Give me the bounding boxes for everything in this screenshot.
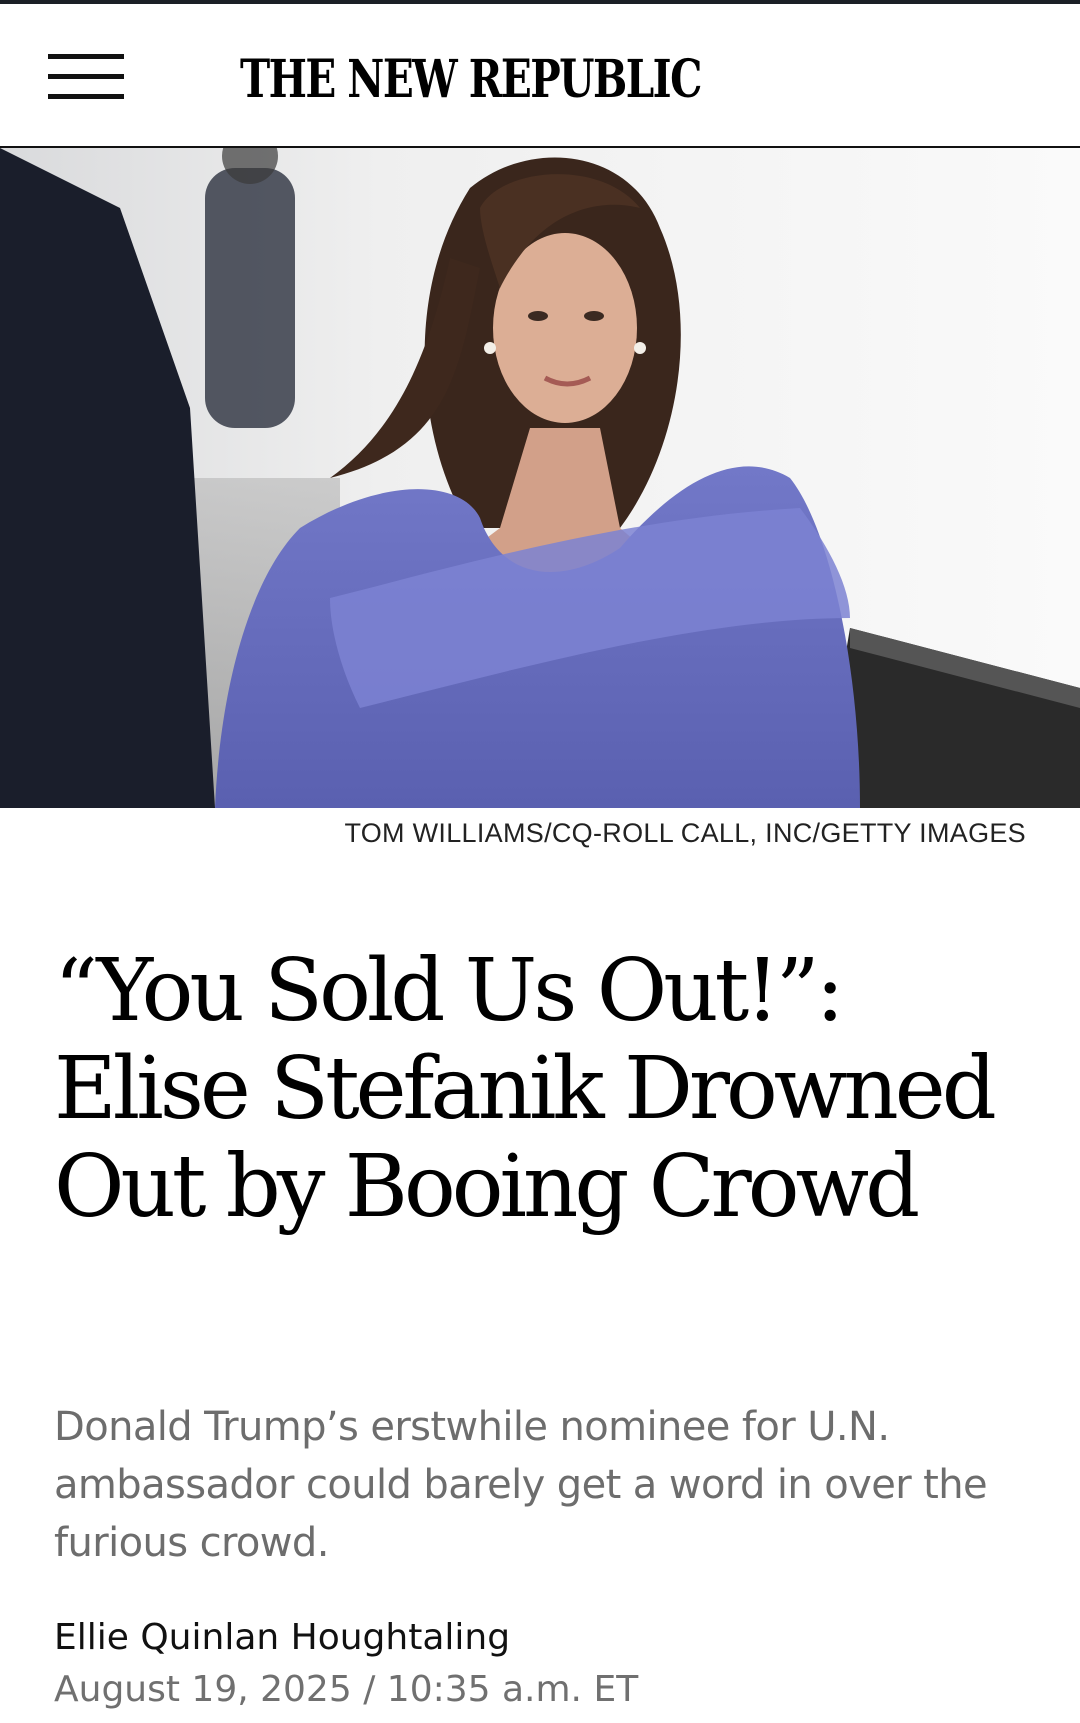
site-header: THE NEW REPUBLIC — [0, 4, 1080, 148]
photo-credit: TOM WILLIAMS/CQ-ROLL CALL, INC/GETTY IMA… — [344, 818, 1026, 848]
site-logo[interactable]: THE NEW REPUBLIC — [240, 50, 719, 110]
article-headline: “You Sold Us Out!”: Elise Stefanik Drown… — [54, 941, 997, 1237]
publish-dateline: August 19, 2025 / 10:35 a.m. ET — [54, 1668, 638, 1712]
article-dek: Donald Trump’s erstwhile nominee for U.N… — [54, 1404, 988, 1566]
publish-date: August 19, 2025 — [54, 1669, 352, 1710]
date-separator: / — [363, 1669, 376, 1710]
hero-image — [0, 148, 1080, 808]
author-link[interactable]: Ellie Quinlan Houghtaling — [54, 1616, 510, 1660]
hamburger-menu-icon[interactable] — [48, 54, 124, 100]
publish-time: 10:35 a.m. ET — [386, 1669, 639, 1710]
